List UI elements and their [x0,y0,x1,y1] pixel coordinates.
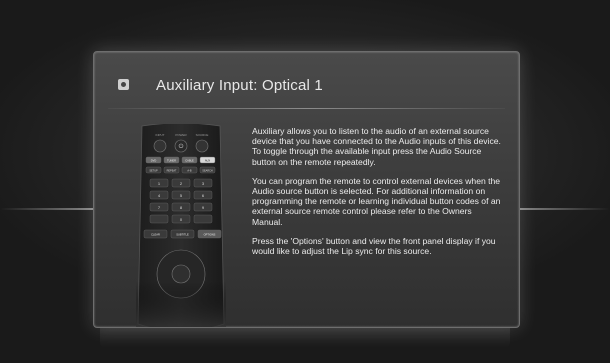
optical-input-icon [118,79,129,90]
description-paragraph-2: You can program the remote to control ex… [252,175,501,227]
header-divider [108,108,505,109]
panel-reflection [100,326,510,348]
remote-control-illustration: INPUTPOWERSOURCE⏻DVDTUNERCABLEAUXSETUPRE… [136,124,226,327]
info-dialog: Auxiliary Input: Optical 1 INPUTPOWERSOU… [93,51,520,328]
remote-control-image: INPUTPOWERSOURCE⏻DVDTUNERCABLEAUXSETUPRE… [136,124,226,327]
description-paragraph-1: Auxiliary allows you to listen to the au… [252,126,501,167]
description-text: Auxiliary allows you to listen to the au… [252,126,502,265]
dialog-title: Auxiliary Input: Optical 1 [156,77,323,94]
description-paragraph-3: Press the 'Options' button and view the … [252,235,496,257]
dialog-header: Auxiliary Input: Optical 1 [94,52,519,104]
